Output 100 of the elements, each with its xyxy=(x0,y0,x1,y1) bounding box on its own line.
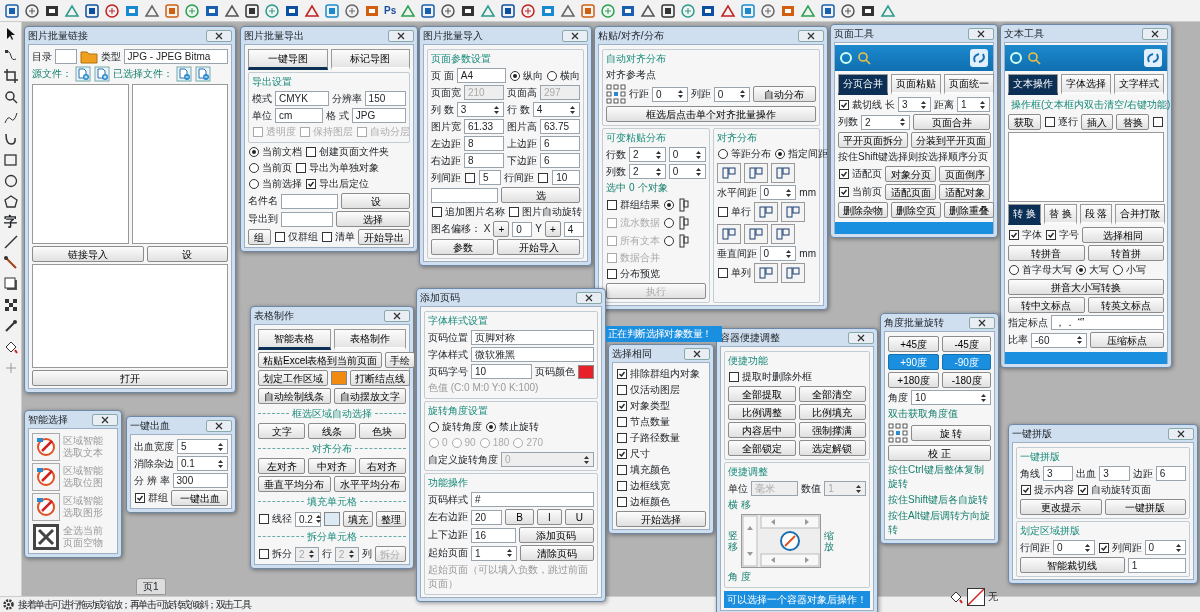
spin-field[interactable]: 0 xyxy=(759,246,797,261)
radio-label[interactable]: 当前选择 xyxy=(262,177,302,191)
checkbox-label[interactable]: 裁切线 xyxy=(852,97,882,112)
spin-field[interactable]: 0 xyxy=(652,86,688,102)
spin-field[interactable]: 2 xyxy=(629,147,666,162)
button[interactable]: 清除页码 xyxy=(520,545,594,561)
checkbox[interactable] xyxy=(1045,229,1057,241)
input-field[interactable] xyxy=(431,187,498,203)
input-field[interactable]: cm xyxy=(275,108,324,123)
button[interactable]: 填充 xyxy=(343,511,373,527)
tab[interactable]: 智能表格 xyxy=(258,329,331,350)
checkbox-label[interactable]: 追加图片名称 xyxy=(445,205,505,219)
radio-label[interactable]: 当前页 xyxy=(262,161,292,175)
tool-icon[interactable] xyxy=(840,2,857,19)
button[interactable]: 一键出血 xyxy=(171,490,228,506)
checkbox-label[interactable]: 群组 xyxy=(148,491,168,505)
tool-icon[interactable] xyxy=(104,2,120,19)
checkbox-label[interactable]: 适配页 xyxy=(852,167,882,181)
list-box[interactable] xyxy=(131,84,228,244)
checkbox[interactable] xyxy=(273,231,286,243)
spin-arrows-icon[interactable] xyxy=(1175,541,1182,554)
radio-button[interactable] xyxy=(509,69,521,82)
button[interactable]: 一键拼版 xyxy=(1104,499,1186,515)
checkbox[interactable] xyxy=(1008,229,1020,241)
radio-label[interactable]: 纵向 xyxy=(523,68,543,83)
spin-field[interactable]: 3 xyxy=(456,102,504,117)
input-field[interactable]: 1 xyxy=(1127,557,1186,573)
spin-arrows-icon[interactable] xyxy=(694,165,702,178)
tool-icon[interactable] xyxy=(640,2,657,19)
close-button[interactable] xyxy=(848,331,874,344)
checkbox-label[interactable]: 排除群组内对象 xyxy=(630,367,700,381)
button[interactable]: 垂直平均分布 xyxy=(258,476,331,492)
checkbox[interactable] xyxy=(464,171,476,184)
checkbox[interactable] xyxy=(616,480,628,492)
button[interactable]: 获取 xyxy=(1008,114,1041,130)
input-field[interactable]: 63.75 xyxy=(540,119,580,134)
button[interactable]: U xyxy=(564,509,594,525)
button[interactable]: 旋 转 xyxy=(911,425,991,441)
close-button[interactable] xyxy=(969,316,995,329)
input-field[interactable]: 10 xyxy=(552,170,580,185)
checkbox[interactable] xyxy=(838,168,850,180)
button[interactable]: 自动摆放文字 xyxy=(333,388,406,404)
button[interactable]: 转英文标点 xyxy=(1087,297,1164,313)
input-field[interactable] xyxy=(281,211,333,227)
input-field[interactable]: 150 xyxy=(364,91,406,106)
radio-button[interactable] xyxy=(1112,264,1124,276)
shadow-icon[interactable] xyxy=(2,276,19,292)
spin-field[interactable]: 10 xyxy=(911,390,991,405)
remove-file-icon[interactable] xyxy=(176,66,192,82)
checkbox[interactable] xyxy=(305,146,317,158)
button[interactable]: 插入 xyxy=(1080,114,1114,130)
radio-label[interactable]: 禁止旋转 xyxy=(499,420,539,434)
input-field[interactable]: 20 xyxy=(471,509,503,525)
button[interactable]: B xyxy=(505,509,534,525)
radio-button[interactable] xyxy=(248,162,260,174)
color-swatch[interactable] xyxy=(324,512,340,526)
button[interactable]: 转中文标点 xyxy=(1008,297,1085,313)
checkbox[interactable] xyxy=(1097,541,1110,554)
button[interactable]: 框选后点击单个对齐批量操作 xyxy=(606,106,816,122)
spin-field[interactable]: 4 xyxy=(532,102,580,117)
button[interactable]: 比例填充 xyxy=(798,404,866,420)
checkbox[interactable] xyxy=(728,371,740,383)
tool-icon[interactable] xyxy=(820,2,837,19)
tool-icon[interactable] xyxy=(224,2,240,19)
radio-label[interactable]: 当前文档 xyxy=(262,145,302,159)
input-field[interactable]: 3 xyxy=(1043,466,1074,481)
direction-pad-drawing[interactable] xyxy=(741,514,821,568)
checkbox[interactable] xyxy=(716,206,729,218)
radio-button[interactable] xyxy=(1075,264,1087,276)
checkbox-label[interactable]: 图片自动旋转 xyxy=(522,205,582,219)
checker-icon[interactable] xyxy=(2,297,19,313)
spin-arrows-icon[interactable] xyxy=(314,513,322,525)
checkbox[interactable] xyxy=(616,496,628,508)
button[interactable]: 页面倒序 xyxy=(939,166,990,182)
checkbox[interactable] xyxy=(537,171,550,184)
crop-icon[interactable] xyxy=(2,68,19,84)
radio-button[interactable] xyxy=(663,199,675,211)
checkbox-label[interactable]: 节点数量 xyxy=(630,415,670,429)
checkbox-label[interactable]: 导出为单独对象 xyxy=(309,161,379,175)
checkbox-label[interactable]: 分布预览 xyxy=(620,267,660,281)
search-icon[interactable] xyxy=(2,89,19,105)
tool-icon[interactable] xyxy=(4,2,20,19)
button[interactable]: 开始导入 xyxy=(497,239,580,255)
button[interactable]: 转首拼 xyxy=(1087,245,1164,261)
close-icon[interactable] xyxy=(693,349,701,358)
button[interactable]: 粘贴Excel表格到当前页面 xyxy=(258,352,383,368)
tool-icon[interactable] xyxy=(440,2,457,19)
add-files-icon[interactable] xyxy=(94,66,110,82)
settings-icon[interactable] xyxy=(2,598,15,611)
spin-arrows-icon[interactable] xyxy=(785,247,793,260)
button[interactable]: 全部清空 xyxy=(798,386,866,402)
button[interactable]: + xyxy=(544,221,561,237)
spin-arrows-icon[interactable] xyxy=(980,391,987,404)
button[interactable]: 打断结点线 xyxy=(350,370,410,386)
checkbox-label[interactable]: 线径 xyxy=(272,512,292,526)
button[interactable]: 设 xyxy=(146,246,228,262)
spin-arrows-icon[interactable] xyxy=(1083,541,1091,554)
tool-icon[interactable] xyxy=(244,2,260,19)
button[interactable]: 选定解锁 xyxy=(798,440,866,456)
button[interactable]: 全部锁定 xyxy=(728,440,796,456)
